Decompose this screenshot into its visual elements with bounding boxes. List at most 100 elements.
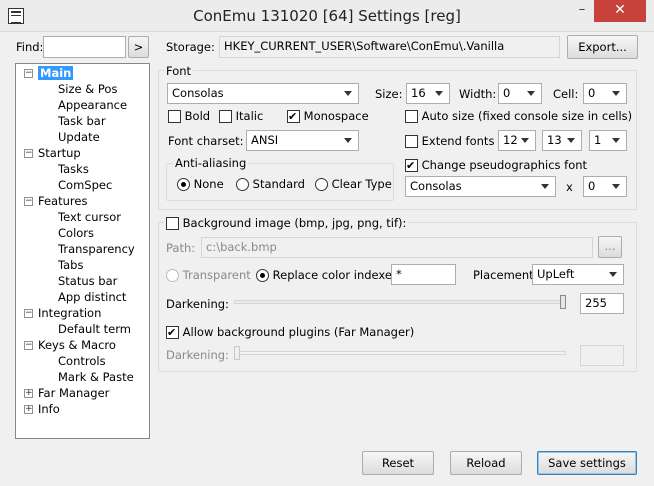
collapse-icon[interactable]: − — [24, 149, 33, 158]
tree-item-comspec[interactable]: ComSpec — [58, 177, 112, 193]
extend-fonts-option[interactable]: Extend fonts — [405, 134, 494, 148]
aa-cleartype-radio[interactable] — [315, 178, 328, 191]
placement-select[interactable]: UpLeft — [532, 264, 624, 285]
replace-color-option[interactable]: Replace color indexes — [256, 268, 398, 282]
background-path-input[interactable]: c:\back.bmp — [201, 237, 593, 258]
expand-icon[interactable]: + — [24, 405, 33, 414]
font-charset-select[interactable]: ANSI — [246, 130, 359, 151]
collapse-icon[interactable]: − — [24, 341, 33, 350]
tree-item-features[interactable]: Features — [38, 193, 87, 209]
autosize-checkbox[interactable] — [405, 110, 418, 123]
transparent-option[interactable]: Transparent — [166, 268, 251, 282]
find-button[interactable]: > — [128, 36, 149, 58]
darkening-value-input[interactable]: 255 — [580, 293, 624, 314]
aa-standard-radio[interactable] — [236, 178, 249, 191]
font-width-select[interactable]: 0 — [498, 83, 542, 104]
pseudographics-option[interactable]: Change pseudographics font — [405, 158, 587, 172]
tree-item-tabs[interactable]: Tabs — [58, 257, 83, 273]
bold-checkbox[interactable] — [168, 110, 181, 123]
background-image-checkbox[interactable] — [166, 217, 179, 230]
tree-item-controls[interactable]: Controls — [58, 353, 106, 369]
tree-item-integration[interactable]: Integration — [38, 305, 101, 321]
monospace-checkbox[interactable] — [287, 110, 300, 123]
tree-item-update[interactable]: Update — [58, 129, 100, 145]
path-label: Path: — [166, 241, 196, 255]
tree-item-info[interactable]: Info — [38, 401, 60, 417]
tree-item-appearance[interactable]: Appearance — [58, 97, 127, 113]
extend-color2-select[interactable]: 13 — [542, 130, 582, 151]
replace-color-radio[interactable] — [256, 269, 269, 282]
pseudo-x-label: x — [566, 180, 573, 194]
aa-cleartype-option[interactable]: Clear Type — [315, 177, 392, 191]
allow-plugins-checkbox[interactable] — [166, 326, 179, 339]
replace-color-input[interactable]: * — [391, 264, 456, 285]
font-charset-label: Font charset: — [168, 134, 244, 148]
pseudographics-checkbox[interactable] — [405, 159, 418, 172]
extend-color1-select[interactable]: 12 — [498, 130, 536, 151]
tree-item-task-bar[interactable]: Task bar — [58, 113, 106, 129]
darkening-slider-thumb[interactable] — [560, 295, 566, 309]
expand-icon[interactable]: + — [24, 389, 33, 398]
extend-color3-select[interactable]: 1 — [589, 130, 627, 151]
find-label: Find: — [16, 40, 44, 54]
tree-item-app-distinct[interactable]: App distinct — [58, 289, 126, 305]
extend-fonts-checkbox[interactable] — [405, 135, 418, 148]
tree-item-keys-macro[interactable]: Keys & Macro — [38, 337, 116, 353]
title-bar[interactable]: ConEmu 131020 [64] Settings [reg] – ✕ — [0, 0, 654, 32]
pseudographics-font-select[interactable]: Consolas — [405, 176, 556, 197]
tree-item-text-cursor[interactable]: Text cursor — [58, 209, 121, 225]
aa-none-option[interactable]: None — [177, 177, 224, 191]
collapse-icon[interactable]: − — [24, 197, 33, 206]
tree-item-mark-paste[interactable]: Mark & Paste — [58, 369, 134, 385]
tree-item-far-manager[interactable]: Far Manager — [38, 385, 109, 401]
aa-standard-option[interactable]: Standard — [236, 177, 305, 191]
darkening2-value-input[interactable] — [580, 345, 624, 366]
tree-item-default-term[interactable]: Default term — [58, 321, 131, 337]
save-settings-button[interactable]: Save settings — [537, 451, 637, 475]
italic-checkbox[interactable] — [219, 110, 232, 123]
darkening2-label: Darkening: — [166, 348, 229, 362]
collapse-icon[interactable]: − — [24, 69, 33, 78]
font-cell-label: Cell: — [553, 87, 579, 101]
tree-item-status-bar[interactable]: Status bar — [58, 273, 117, 289]
reset-button[interactable]: Reset — [362, 451, 434, 475]
antialiasing-group-title: Anti-aliasing — [173, 156, 249, 170]
find-input[interactable] — [43, 36, 126, 58]
font-cell-select[interactable]: 0 — [583, 83, 627, 104]
placement-label: Placement: — [473, 268, 538, 282]
storage-path-field: HKEY_CURRENT_USER\Software\ConEmu\.Vanil… — [219, 36, 560, 58]
browse-button[interactable]: ... — [598, 236, 622, 258]
pseudographics-size-select[interactable]: 0 — [583, 176, 627, 197]
tree-item-colors[interactable]: Colors — [58, 225, 94, 241]
tree-item-size-pos[interactable]: Size & Pos — [58, 81, 117, 97]
font-size-label: Size: — [375, 87, 403, 101]
aa-none-radio[interactable] — [177, 178, 190, 191]
darkening-slider[interactable] — [234, 294, 566, 310]
tree-item-tasks[interactable]: Tasks — [58, 161, 89, 177]
italic-option[interactable]: Italic — [219, 109, 263, 123]
collapse-icon[interactable]: − — [24, 309, 33, 318]
bold-option[interactable]: Bold — [168, 109, 210, 123]
minimize-button[interactable]: – — [568, 0, 596, 22]
storage-label: Storage: — [166, 40, 215, 54]
background-image-option[interactable]: Background image (bmp, jpg, png, tif): — [164, 216, 409, 230]
reload-button[interactable]: Reload — [450, 451, 522, 475]
darkening2-slider-thumb[interactable] — [234, 346, 240, 360]
darkening2-slider[interactable] — [234, 345, 566, 361]
font-group-title: Font — [164, 64, 194, 78]
transparent-radio[interactable] — [166, 269, 179, 282]
monospace-option[interactable]: Monospace — [287, 109, 369, 123]
window-title: ConEmu 131020 [64] Settings [reg] — [193, 7, 461, 25]
autosize-option[interactable]: Auto size (fixed console size in cells) — [405, 109, 632, 123]
close-button[interactable]: ✕ — [594, 0, 646, 22]
tree-item-startup[interactable]: Startup — [38, 145, 81, 161]
font-width-label: Width: — [459, 87, 497, 101]
tree-item-transparency[interactable]: Transparency — [58, 241, 135, 257]
font-size-select[interactable]: 16 — [406, 83, 450, 104]
export-button[interactable]: Export... — [567, 35, 638, 59]
tree-item-main[interactable]: Main — [38, 66, 74, 80]
settings-tree[interactable]: − Main Size & Pos Appearance Task bar Up… — [15, 63, 150, 439]
darkening-label: Darkening: — [166, 297, 229, 311]
font-face-select[interactable]: Consolas — [167, 83, 359, 104]
allow-plugins-option[interactable]: Allow background plugins (Far Manager) — [166, 325, 414, 339]
